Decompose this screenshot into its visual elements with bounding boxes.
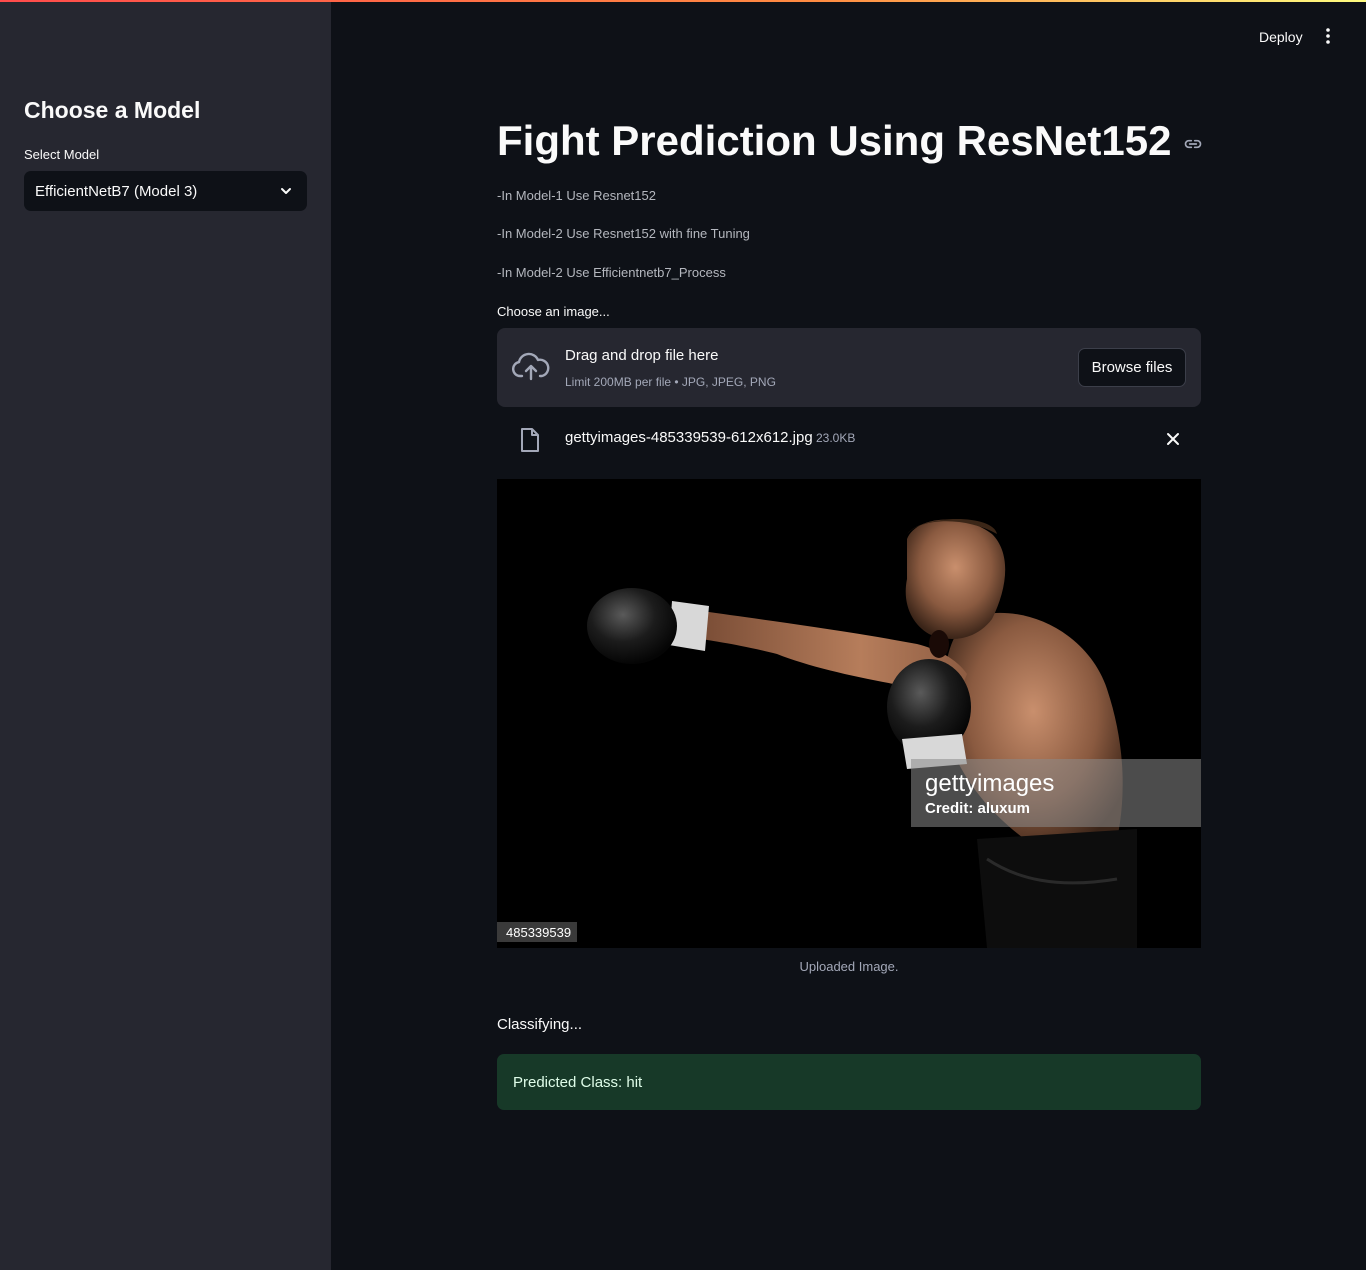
uploaded-image: gettyimages Credit: aluxum 485339539 [497,479,1201,948]
main-menu-button[interactable] [1318,26,1338,46]
file-dropzone[interactable]: Drag and drop file here Limit 200MB per … [497,328,1201,407]
sidebar: Choose a Model Select Model EfficientNet… [0,0,331,1270]
model-note-1: -In Model-1 Use Resnet152 [497,188,656,203]
model-select[interactable]: EfficientNetB7 (Model 3) [24,171,307,211]
image-caption: Uploaded Image. [799,959,899,974]
model-note-3: -In Model-2 Use Efficientnetb7_Process [497,265,726,280]
dropzone-title: Drag and drop file here [565,347,719,364]
page-title: Fight Prediction Using ResNet152 [497,117,1203,165]
prediction-result-alert: Predicted Class: hit [497,1054,1201,1110]
watermark-brand: gettyimages [925,770,1054,797]
model-select-value: EfficientNetB7 (Model 3) [35,182,198,200]
status-text: Classifying... [497,1016,583,1033]
chevron-down-icon [281,188,291,194]
link-icon[interactable] [1183,134,1203,154]
file-size: 23.0KB [816,431,856,445]
close-icon[interactable] [1165,431,1181,447]
uploader-label: Choose an image... [497,304,610,319]
cloud-upload-icon [512,352,550,381]
sidebar-heading: Choose a Model [24,97,201,123]
page-title-text: Fight Prediction Using ResNet152 [497,117,1172,164]
boxer-photo: gettyimages Credit: aluxum 485339539 [497,479,1201,948]
select-model-label: Select Model [24,147,100,162]
model-note-2: -In Model-2 Use Resnet152 with fine Tuni… [497,226,750,241]
browse-files-button[interactable]: Browse files [1078,348,1186,387]
watermark-credit: Credit: aluxum [925,800,1030,817]
top-decoration-bar [0,0,1366,2]
more-vertical-icon [1326,28,1330,44]
file-icon [521,428,539,452]
file-name: gettyimages-485339539-612x612.jpg [565,429,813,446]
deploy-button[interactable]: Deploy [1245,26,1317,48]
image-id-tag: 485339539 [506,925,571,940]
uploaded-file-row: gettyimages-485339539-612x612.jpg 23.0KB [497,418,1201,460]
prediction-result-text: Predicted Class: hit [513,1073,643,1091]
dropzone-limit: Limit 200MB per file • JPG, JPEG, PNG [565,375,776,389]
